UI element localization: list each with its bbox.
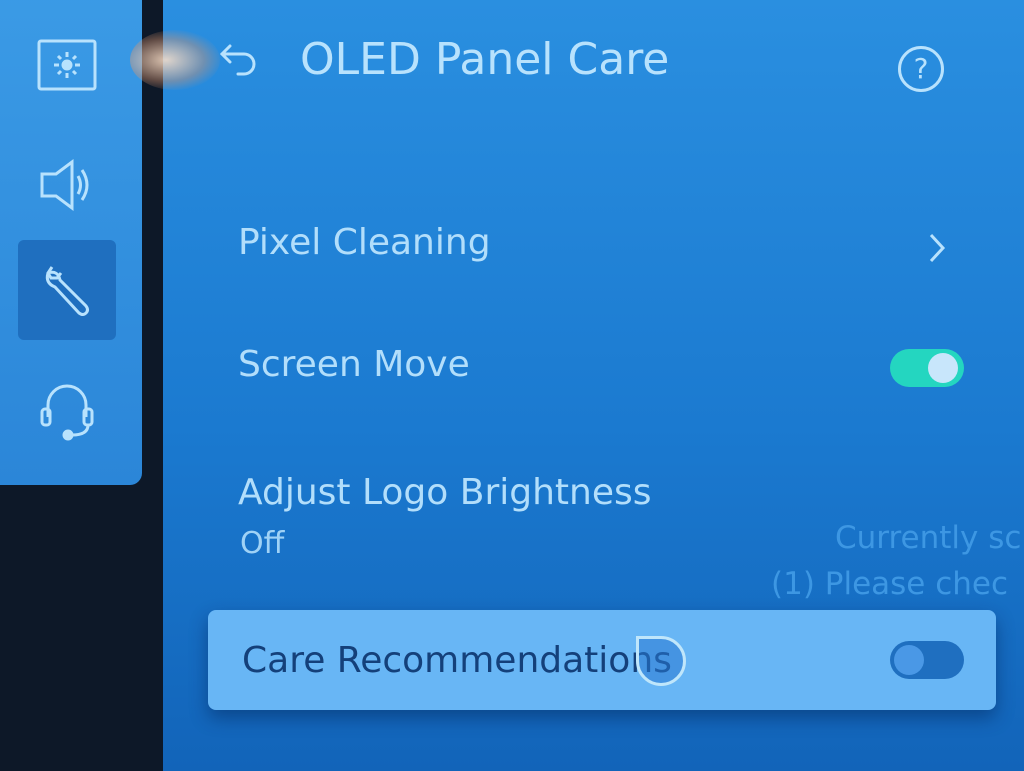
menu-item-pixel-cleaning[interactable]: Pixel Cleaning xyxy=(238,222,491,263)
screen-move-toggle[interactable] xyxy=(890,349,964,387)
care-recommendations-toggle[interactable] xyxy=(890,641,964,679)
sidebar-item-general[interactable] xyxy=(18,240,116,340)
wrench-icon xyxy=(45,266,89,316)
headset-support-icon xyxy=(40,384,94,441)
care-recommendations-label: Care Recommendations xyxy=(242,640,672,681)
help-icon[interactable]: ? xyxy=(898,46,944,92)
settings-sidebar xyxy=(0,0,142,485)
page-title: OLED Panel Care xyxy=(300,34,670,85)
sidebar-item-sound[interactable] xyxy=(18,135,116,235)
toggle-knob xyxy=(928,353,958,383)
background-text-line2: (1) Please chec xyxy=(771,566,1009,602)
toggle-knob xyxy=(894,645,924,675)
chevron-right-icon xyxy=(929,233,946,263)
sidebar-item-picture[interactable] xyxy=(18,15,116,115)
menu-item-adjust-logo-brightness[interactable]: Adjust Logo Brightness xyxy=(238,472,652,513)
pointer-cursor xyxy=(636,636,686,686)
sidebar-item-support[interactable] xyxy=(18,360,116,460)
background-text-line1: Currently sc xyxy=(835,520,1022,556)
speaker-icon xyxy=(40,159,89,211)
picture-brightness-icon xyxy=(37,39,97,91)
back-arrow-icon[interactable] xyxy=(218,40,262,80)
menu-item-screen-move[interactable]: Screen Move xyxy=(238,344,470,385)
adjust-logo-brightness-value: Off xyxy=(240,526,285,561)
screen-reflection xyxy=(130,30,220,90)
menu-item-care-recommendations[interactable]: Care Recommendations xyxy=(208,610,996,710)
